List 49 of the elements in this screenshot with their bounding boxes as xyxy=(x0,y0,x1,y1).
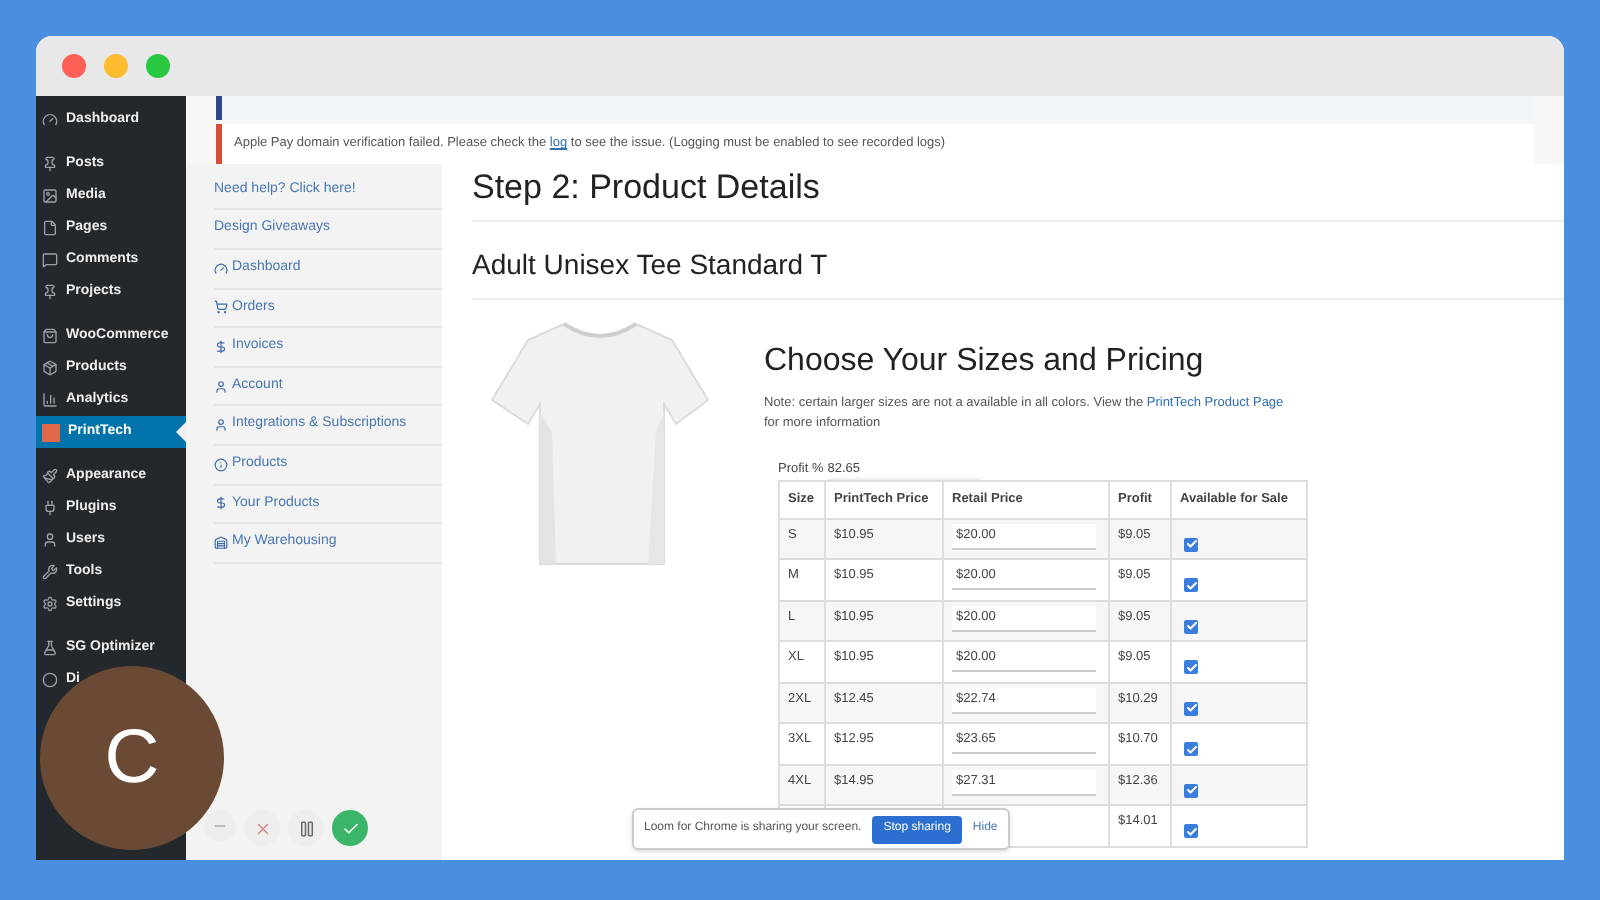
check-icon xyxy=(341,819,359,837)
dollar-icon xyxy=(214,339,228,354)
logo-icon xyxy=(42,423,60,441)
wrench-icon xyxy=(42,564,58,580)
warehouse-icon xyxy=(214,535,228,550)
image-icon xyxy=(42,188,58,204)
flask-icon xyxy=(42,640,58,656)
check-icon xyxy=(1185,743,1197,756)
check-icon xyxy=(1185,702,1197,715)
circle-icon xyxy=(42,672,58,688)
check-icon xyxy=(1185,661,1197,674)
check-icon xyxy=(1185,784,1197,797)
checkbox[interactable] xyxy=(1184,660,1198,675)
gauge-icon xyxy=(214,261,228,276)
close-button[interactable] xyxy=(62,54,86,78)
check-icon xyxy=(1185,538,1197,551)
gauge-icon xyxy=(42,112,58,128)
speech-bubble-icon xyxy=(42,252,58,268)
page-icon xyxy=(42,220,58,236)
camera-initial: C xyxy=(104,713,160,803)
settings-icon xyxy=(42,596,58,612)
bag-icon xyxy=(42,328,58,344)
dollar-icon xyxy=(214,496,228,511)
plug-icon xyxy=(42,500,58,516)
checkbox[interactable] xyxy=(1184,619,1198,634)
page-title: Step 2: Product Details xyxy=(472,167,822,208)
checkbox[interactable] xyxy=(1184,783,1198,798)
close-icon xyxy=(253,819,271,837)
section-title: Choose Your Sizes and Pricing xyxy=(764,341,1206,382)
checkbox[interactable] xyxy=(1184,578,1198,593)
cart-icon xyxy=(214,300,228,315)
check-icon xyxy=(1185,579,1197,592)
user-icon xyxy=(42,532,58,548)
pin-icon xyxy=(42,156,58,172)
check-icon xyxy=(1185,620,1197,633)
product-title: Adult Unisex Tee Standard T xyxy=(472,245,830,284)
bar-chart-icon xyxy=(42,392,58,408)
user-icon xyxy=(214,379,228,394)
check-icon xyxy=(1185,825,1197,838)
checkbox[interactable] xyxy=(1184,742,1198,757)
pin-icon xyxy=(42,284,58,300)
checkbox[interactable] xyxy=(1184,701,1198,716)
brush-icon xyxy=(42,468,58,484)
user-icon xyxy=(214,418,228,433)
box-icon xyxy=(42,360,58,376)
checkbox[interactable] xyxy=(1184,537,1198,552)
checkbox[interactable] xyxy=(1184,824,1198,839)
info-icon xyxy=(214,457,228,472)
pause-icon xyxy=(297,819,315,837)
